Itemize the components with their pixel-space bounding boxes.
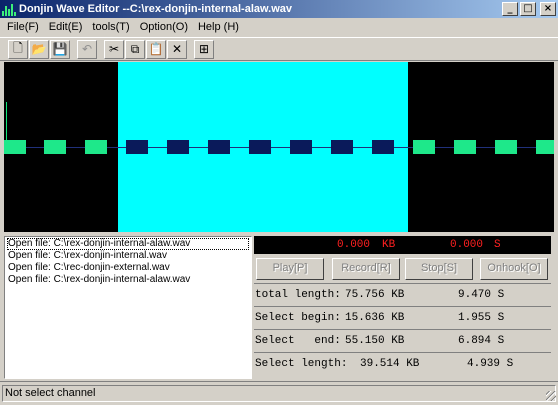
menu-option[interactable]: Option(O) — [135, 21, 193, 33]
cut-icon[interactable]: ✂ — [104, 39, 124, 59]
info-kb: 55.150 KB — [345, 335, 405, 347]
waveform-segment — [249, 140, 271, 154]
waveform-segment — [536, 140, 554, 154]
menu-tools[interactable]: tools(T) — [87, 21, 134, 33]
readout-time: 0.000 — [450, 239, 484, 251]
maximize-button[interactable]: □ — [520, 2, 536, 16]
play-button[interactable]: Play[P] — [256, 258, 324, 280]
info-kb: 75.756 KB — [345, 289, 405, 301]
waveform-segment — [44, 140, 66, 154]
waveform-segment — [126, 140, 148, 154]
record-button[interactable]: Record[R] — [332, 258, 400, 280]
waveform-segment — [85, 140, 107, 154]
select-end-row: Select end: 55.150 KB 6.894 S — [254, 329, 551, 352]
waveform-segment — [413, 140, 435, 154]
log-list[interactable]: Open file: C:\rex-donjin-internal-alaw.w… — [4, 236, 252, 379]
delete-icon[interactable]: ✕ — [167, 39, 187, 59]
info-kb: 39.514 KB — [360, 358, 420, 370]
menu-edit[interactable]: Edit(E) — [44, 21, 88, 33]
waveform-segment — [331, 140, 353, 154]
paste-icon[interactable]: 📋 — [146, 39, 166, 59]
waveform-segment — [454, 140, 476, 154]
info-label: Select begin: — [255, 312, 341, 324]
minimize-button[interactable]: _ — [502, 2, 518, 16]
waveform-segment — [167, 140, 189, 154]
resize-grip-icon[interactable] — [546, 391, 556, 401]
log-item[interactable]: Open file: C:\rex-donjin-internal-alaw.w… — [7, 274, 249, 286]
waveform-display[interactable] — [4, 62, 554, 232]
save-icon[interactable]: 💾 — [50, 39, 70, 59]
total-length-row: total length: 75.756 KB 9.470 S — [254, 283, 551, 306]
new-file-icon[interactable]: 🗋 — [8, 39, 28, 59]
waveform-segment — [208, 140, 230, 154]
close-button[interactable]: × — [540, 2, 556, 16]
menu-file[interactable]: File(F) — [2, 21, 44, 33]
log-item[interactable]: Open file: C:\rex-donjin-internal.wav — [7, 250, 249, 262]
title-bar[interactable]: Donjin Wave Editor --C:\rex-donjin-inter… — [0, 0, 558, 18]
readout-time-unit: S — [494, 239, 501, 251]
waveform-segment — [372, 140, 394, 154]
info-seconds: 6.894 S — [458, 335, 505, 347]
onhook-button[interactable]: Onhook[O] — [480, 258, 548, 280]
copy-icon[interactable]: ⧉ — [125, 39, 145, 59]
undo-icon[interactable]: ↶ — [77, 39, 97, 59]
waveform-segment — [290, 140, 312, 154]
menu-help[interactable]: Help (H) — [193, 21, 244, 33]
info-label: Select end: — [255, 335, 341, 347]
log-item[interactable]: Open file: C:\rex-donjin-internal-alaw.w… — [7, 238, 249, 250]
waveform-segment — [495, 140, 517, 154]
readout-size-unit: KB — [382, 239, 396, 251]
info-label: Select length: — [255, 358, 348, 370]
select-length-row: Select length: 39.514 KB 4.939 S — [254, 352, 551, 378]
info-seconds: 1.955 S — [458, 312, 505, 324]
open-folder-icon[interactable]: 📂 — [29, 39, 49, 59]
info-kb: 15.636 KB — [345, 312, 405, 324]
readout-size: 0.000 — [337, 239, 371, 251]
window-title: Donjin Wave Editor --C:\rex-donjin-inter… — [19, 3, 292, 15]
menu-bar: File(F) Edit(E) tools(T) Option(O) Help … — [0, 18, 558, 36]
log-item[interactable]: Open file: C:\rec-donjin-external.wav — [7, 262, 249, 274]
status-text: Not select channel — [2, 385, 556, 402]
channel-select-icon[interactable]: ⊞ — [194, 39, 214, 59]
info-seconds: 4.939 S — [467, 358, 514, 370]
waveform-segment — [4, 140, 26, 154]
toolbar: 🗋 📂 💾 ↶ ✂ ⧉ 📋 ✕ ⊞ — [0, 37, 558, 61]
app-wave-icon — [2, 2, 16, 16]
select-begin-row: Select begin: 15.636 KB 1.955 S — [254, 306, 551, 329]
position-readout: 0.000 KB 0.000 S — [254, 236, 551, 254]
info-seconds: 9.470 S — [458, 289, 505, 301]
stop-button[interactable]: Stop[S] — [405, 258, 473, 280]
info-label: total length: — [255, 289, 341, 301]
status-bar: Not select channel — [0, 381, 558, 403]
